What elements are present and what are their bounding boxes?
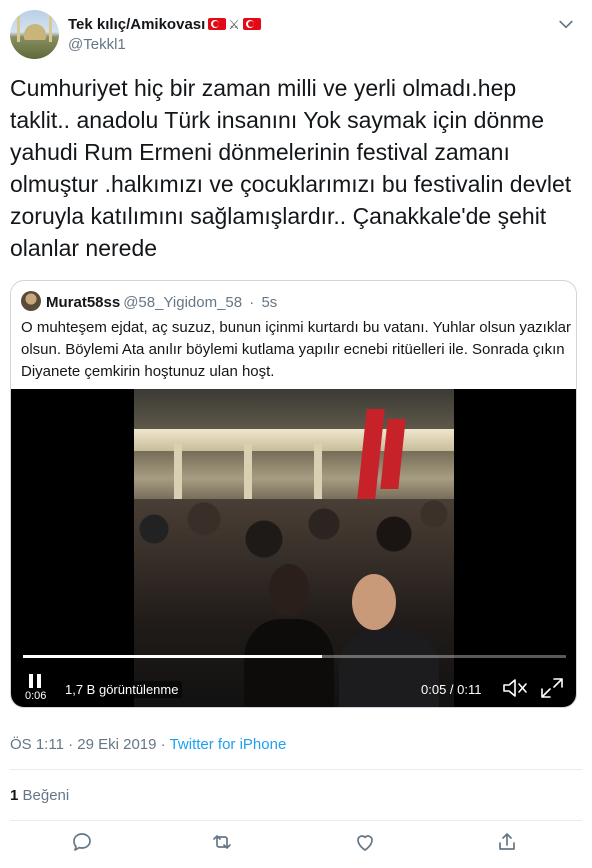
quoted-author-handle: @58_Yigidom_58 [123, 294, 243, 311]
tweet-date: 29 Eki 2019 [77, 736, 157, 753]
minaret-shape [49, 16, 52, 42]
author-avatar[interactable] [10, 10, 59, 59]
video-canopy [134, 429, 454, 451]
video-player[interactable]: 0:06 1,7 B görüntülenme 0:05 / 0:11 [11, 389, 576, 707]
tweet-source-link[interactable]: Twitter for iPhone [170, 736, 287, 753]
video-pillar [174, 444, 182, 504]
video-head [269, 564, 309, 616]
video-timecode: 0:05 / 0:11 [421, 682, 482, 697]
likes-label: Beğeni [22, 787, 70, 804]
minaret-shape [17, 16, 20, 42]
dome-shape [24, 24, 46, 40]
tweet-timestamp[interactable]: ÖS 1:11 · 29 Eki 2019 · Twitter for iPho… [10, 736, 286, 753]
video-face [352, 574, 396, 630]
heart-icon[interactable] [353, 830, 377, 854]
chevron-down-icon[interactable] [556, 14, 576, 34]
divider [10, 820, 582, 821]
tweet-action-bar [0, 830, 592, 860]
quoted-tweet-text: O muhteşem ejdat, aç suzuz, bunun içinmi… [21, 319, 572, 380]
video-pillar [244, 444, 252, 504]
divider [10, 769, 582, 770]
quoted-tweet[interactable]: Murat58ss @58_Yigidom_58 · 5s O muhteşem … [10, 280, 577, 708]
turkish-flag-icon [208, 18, 227, 30]
likes-stat[interactable]: 1 Beğeni [10, 787, 69, 804]
video-frame [134, 389, 454, 707]
video-elapsed: 0:06 [25, 690, 47, 702]
tweet-time: ÖS 1:11 [10, 736, 64, 753]
quoted-author-name: Murat58ss [46, 294, 121, 311]
tweet-text: Cumhuriyet hiç bir zaman milli ve yerli … [10, 75, 572, 261]
fullscreen-icon[interactable] [540, 677, 564, 699]
quoted-author-avatar [21, 291, 41, 311]
author-display-name: Tek kılıç/Amikovası [68, 16, 206, 33]
retweet-icon[interactable] [210, 830, 234, 854]
share-icon[interactable] [495, 830, 519, 854]
video-pillar [314, 444, 322, 504]
author-handle[interactable]: @Tekkl1 [68, 36, 126, 53]
video-controls: 0:06 1,7 B görüntülenme 0:05 / 0:11 [11, 669, 576, 705]
quoted-tweet-header: Murat58ss @58_Yigidom_58 · 5s [21, 291, 277, 311]
reply-icon[interactable] [70, 830, 94, 854]
crossed-swords-icon: ⚔ [228, 17, 240, 32]
meta-separator: · [160, 736, 166, 753]
author-name[interactable]: Tek kılıç/Amikovası ⚔ [68, 16, 261, 33]
meta-separator: · [68, 736, 74, 753]
likes-count: 1 [10, 787, 19, 804]
tweet-header: Tek kılıç/Amikovası ⚔ @Tekkl1 [10, 10, 582, 60]
video-progress-fill [23, 655, 322, 658]
quoted-age: 5s [261, 294, 278, 311]
mute-icon[interactable] [502, 677, 528, 699]
video-view-count: 1,7 B görüntülenme [61, 681, 183, 698]
turkish-flag-icon [242, 18, 261, 30]
quoted-separator: · [249, 294, 255, 311]
video-progress-bar[interactable] [23, 655, 566, 658]
